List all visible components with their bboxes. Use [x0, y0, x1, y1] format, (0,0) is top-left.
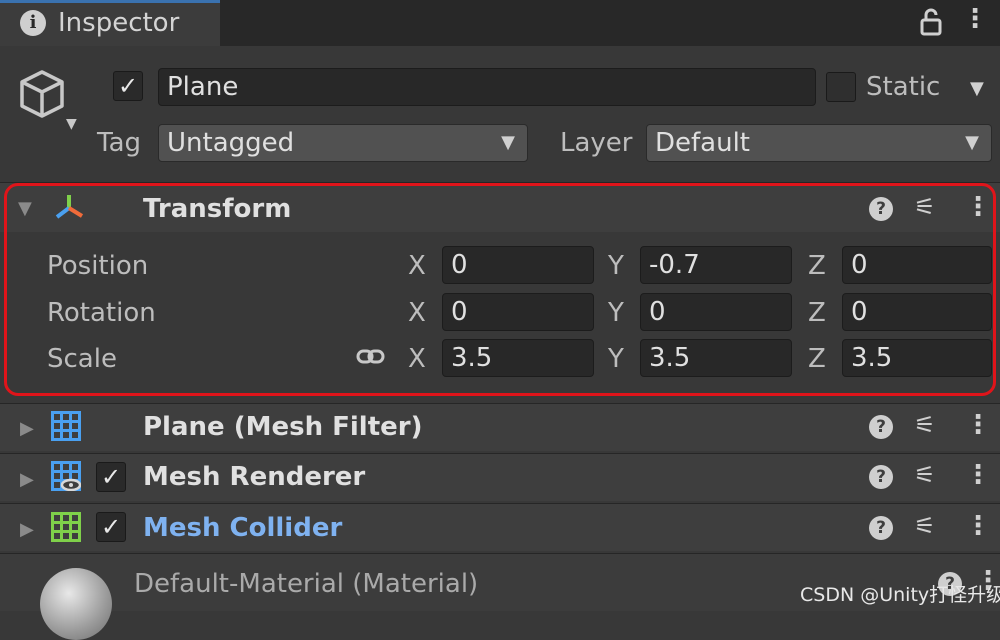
static-dropdown-icon[interactable]: ▼	[970, 78, 984, 99]
active-checkbox[interactable]: ✓	[113, 71, 143, 101]
mesh-collider-title: Mesh Collider	[143, 513, 343, 543]
mesh-filter-title: Plane (Mesh Filter)	[143, 412, 423, 442]
component-menu-icon[interactable]: ⋮	[965, 511, 991, 541]
tag-value: Untagged	[167, 128, 295, 158]
static-label: Static	[866, 72, 941, 102]
layer-dropdown[interactable]: Default ▼	[646, 124, 992, 162]
watermark: CSDN @Unity打怪升级	[800, 584, 1000, 606]
help-icon[interactable]: ?	[869, 465, 893, 489]
material-preview-sphere-icon	[40, 568, 112, 640]
name-field[interactable]: Plane	[158, 68, 816, 106]
presets-icon[interactable]: ⚟	[914, 461, 936, 489]
presets-icon[interactable]: ⚟	[914, 411, 936, 439]
mesh-renderer-enabled-checkbox[interactable]: ✓	[96, 462, 126, 492]
mesh-collider-enabled-checkbox[interactable]: ✓	[96, 512, 126, 542]
component-menu-icon[interactable]: ⋮	[965, 410, 991, 440]
component-menu-icon[interactable]: ⋮	[965, 460, 991, 490]
foldout-collapsed-icon[interactable]: ▶	[20, 519, 34, 540]
icon-dropdown-icon[interactable]: ▼	[66, 116, 77, 132]
help-icon[interactable]: ?	[869, 415, 893, 439]
foldout-collapsed-icon[interactable]: ▶	[20, 418, 34, 439]
mesh-collider-grid-icon	[51, 512, 81, 546]
layer-value: Default	[655, 128, 750, 158]
tab-title: Inspector	[58, 8, 180, 38]
material-title: Default-Material (Material)	[134, 569, 479, 599]
mesh-filter-grid-icon	[51, 411, 81, 445]
mesh-renderer-title: Mesh Renderer	[143, 462, 366, 492]
gameobject-cube-icon[interactable]	[14, 66, 74, 126]
help-icon[interactable]: ?	[869, 516, 893, 540]
layer-label: Layer	[560, 128, 633, 158]
mesh-renderer-icon	[51, 461, 82, 495]
transform-highlight-outline	[4, 183, 996, 396]
chevron-down-icon: ▼	[501, 132, 515, 153]
chevron-down-icon: ▼	[965, 132, 979, 153]
tag-dropdown[interactable]: Untagged ▼	[158, 124, 528, 162]
foldout-collapsed-icon[interactable]: ▶	[20, 469, 34, 490]
static-checkbox[interactable]	[826, 72, 856, 102]
tab-menu-icon[interactable]: ⋮	[962, 4, 988, 34]
tag-label: Tag	[97, 128, 142, 158]
info-icon: i	[20, 10, 46, 36]
lock-icon[interactable]	[920, 8, 942, 43]
presets-icon[interactable]: ⚟	[914, 512, 936, 540]
